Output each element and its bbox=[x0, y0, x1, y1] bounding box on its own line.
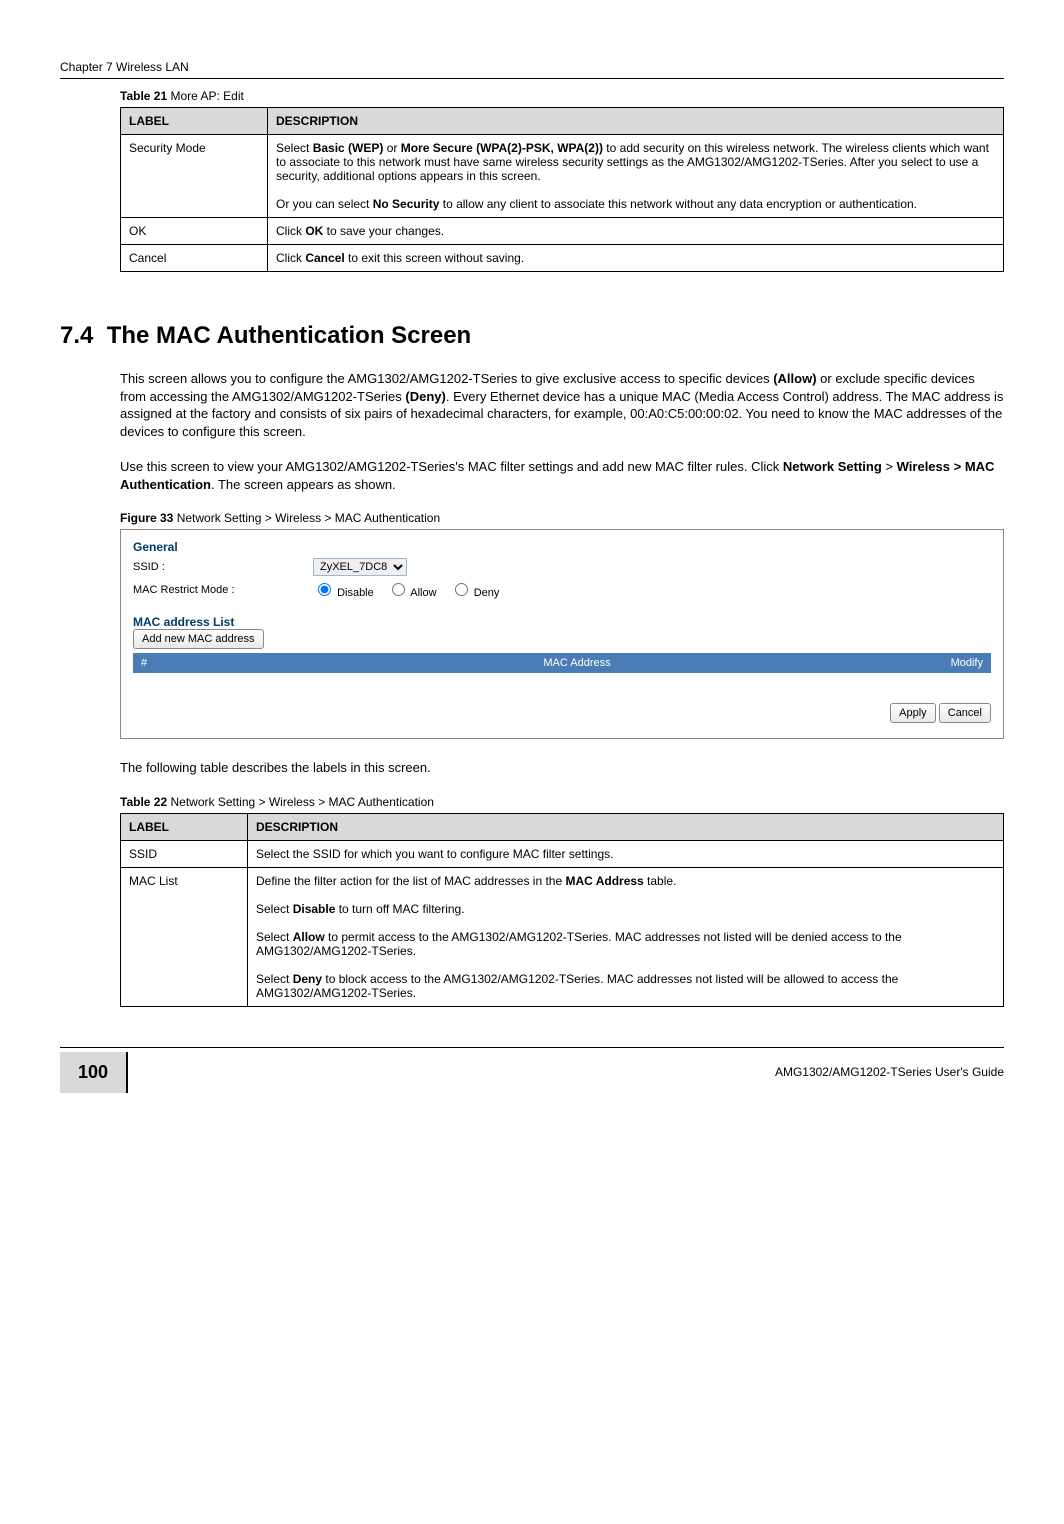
cell-desc: Click Cancel to exit this screen without… bbox=[268, 245, 1004, 272]
cell-label: Cancel bbox=[121, 245, 268, 272]
table22-header-label: LABEL bbox=[121, 813, 248, 840]
figure-ssid-label: SSID : bbox=[133, 561, 313, 573]
cell-desc: Select the SSID for which you want to co… bbox=[248, 840, 1004, 867]
header-rule bbox=[60, 78, 1004, 79]
figure-general-heading: General bbox=[133, 540, 991, 554]
figure-col-num: # bbox=[141, 657, 251, 669]
table21-caption: Table 21 More AP: Edit bbox=[120, 89, 1004, 103]
cell-desc: Define the filter action for the list of… bbox=[248, 867, 1004, 1006]
table22-header-desc: DESCRIPTION bbox=[248, 813, 1004, 840]
paragraph-2: Use this screen to view your AMG1302/AMG… bbox=[120, 458, 1004, 493]
chapter-title: Chapter 7 Wireless LAN bbox=[60, 60, 189, 74]
cell-desc: Select Basic (WEP) or More Secure (WPA(2… bbox=[268, 135, 1004, 218]
figure-maclist-heading: MAC address List bbox=[133, 615, 991, 629]
table21: LABEL DESCRIPTION Security Mode Select B… bbox=[120, 107, 1004, 272]
figure33-screenshot: General SSID : ZyXEL_7DC8 MAC Restrict M… bbox=[120, 529, 1004, 739]
table-row: MAC List Define the filter action for th… bbox=[121, 867, 1004, 1006]
radio-disable-input[interactable] bbox=[318, 583, 331, 596]
radio-deny-input[interactable] bbox=[455, 583, 468, 596]
table22-caption-text: Network Setting > Wireless > MAC Authent… bbox=[167, 795, 434, 809]
page-number: 100 bbox=[60, 1052, 128, 1093]
figure-ssid-select[interactable]: ZyXEL_7DC8 bbox=[313, 558, 407, 576]
footer-guide-title: AMG1302/AMG1202-TSeries User's Guide bbox=[148, 1065, 1004, 1079]
figure33-caption: Figure 33 Network Setting > Wireless > M… bbox=[120, 511, 1004, 525]
figure-col-mac: MAC Address bbox=[251, 657, 903, 669]
figure-col-modify: Modify bbox=[903, 657, 983, 669]
section-number: 7.4 bbox=[60, 322, 93, 349]
figure-radio-deny[interactable]: Deny bbox=[450, 587, 500, 599]
cell-label: MAC List bbox=[121, 867, 248, 1006]
table22: LABEL DESCRIPTION SSID Select the SSID f… bbox=[120, 813, 1004, 1007]
figure33-caption-text: Network Setting > Wireless > MAC Authent… bbox=[173, 511, 440, 525]
figure-apply-button[interactable]: Apply bbox=[890, 703, 936, 723]
footer-rule bbox=[60, 1047, 1004, 1048]
table22-caption: Table 22 Network Setting > Wireless > MA… bbox=[120, 795, 1004, 809]
cell-label: Security Mode bbox=[121, 135, 268, 218]
table-row: Security Mode Select Basic (WEP) or More… bbox=[121, 135, 1004, 218]
table-row: SSID Select the SSID for which you want … bbox=[121, 840, 1004, 867]
cell-desc: Click OK to save your changes. bbox=[268, 218, 1004, 245]
cell-label: SSID bbox=[121, 840, 248, 867]
figure-radio-allow[interactable]: Allow bbox=[387, 587, 437, 599]
paragraph-1: This screen allows you to configure the … bbox=[120, 370, 1004, 440]
section-heading: 7.4 The MAC Authentication Screen bbox=[60, 322, 1004, 350]
cell-label: OK bbox=[121, 218, 268, 245]
table22-caption-num: Table 22 bbox=[120, 795, 167, 809]
figure-mac-table-header: # MAC Address Modify bbox=[133, 653, 991, 673]
section-title: The MAC Authentication Screen bbox=[107, 322, 471, 349]
table21-caption-text: More AP: Edit bbox=[167, 89, 244, 103]
figure-cancel-button[interactable]: Cancel bbox=[939, 703, 991, 723]
table-row: OK Click OK to save your changes. bbox=[121, 218, 1004, 245]
table21-caption-num: Table 21 bbox=[120, 89, 167, 103]
figure-add-mac-button[interactable]: Add new MAC address bbox=[133, 629, 264, 649]
table21-header-label: LABEL bbox=[121, 108, 268, 135]
figure33-caption-num: Figure 33 bbox=[120, 511, 173, 525]
figure-restrict-label: MAC Restrict Mode : bbox=[133, 584, 313, 596]
figure-radio-disable[interactable]: Disable bbox=[313, 587, 374, 599]
table-row: Cancel Click Cancel to exit this screen … bbox=[121, 245, 1004, 272]
radio-allow-input[interactable] bbox=[392, 583, 405, 596]
followup-text: The following table describes the labels… bbox=[120, 759, 1004, 777]
table21-header-desc: DESCRIPTION bbox=[268, 108, 1004, 135]
